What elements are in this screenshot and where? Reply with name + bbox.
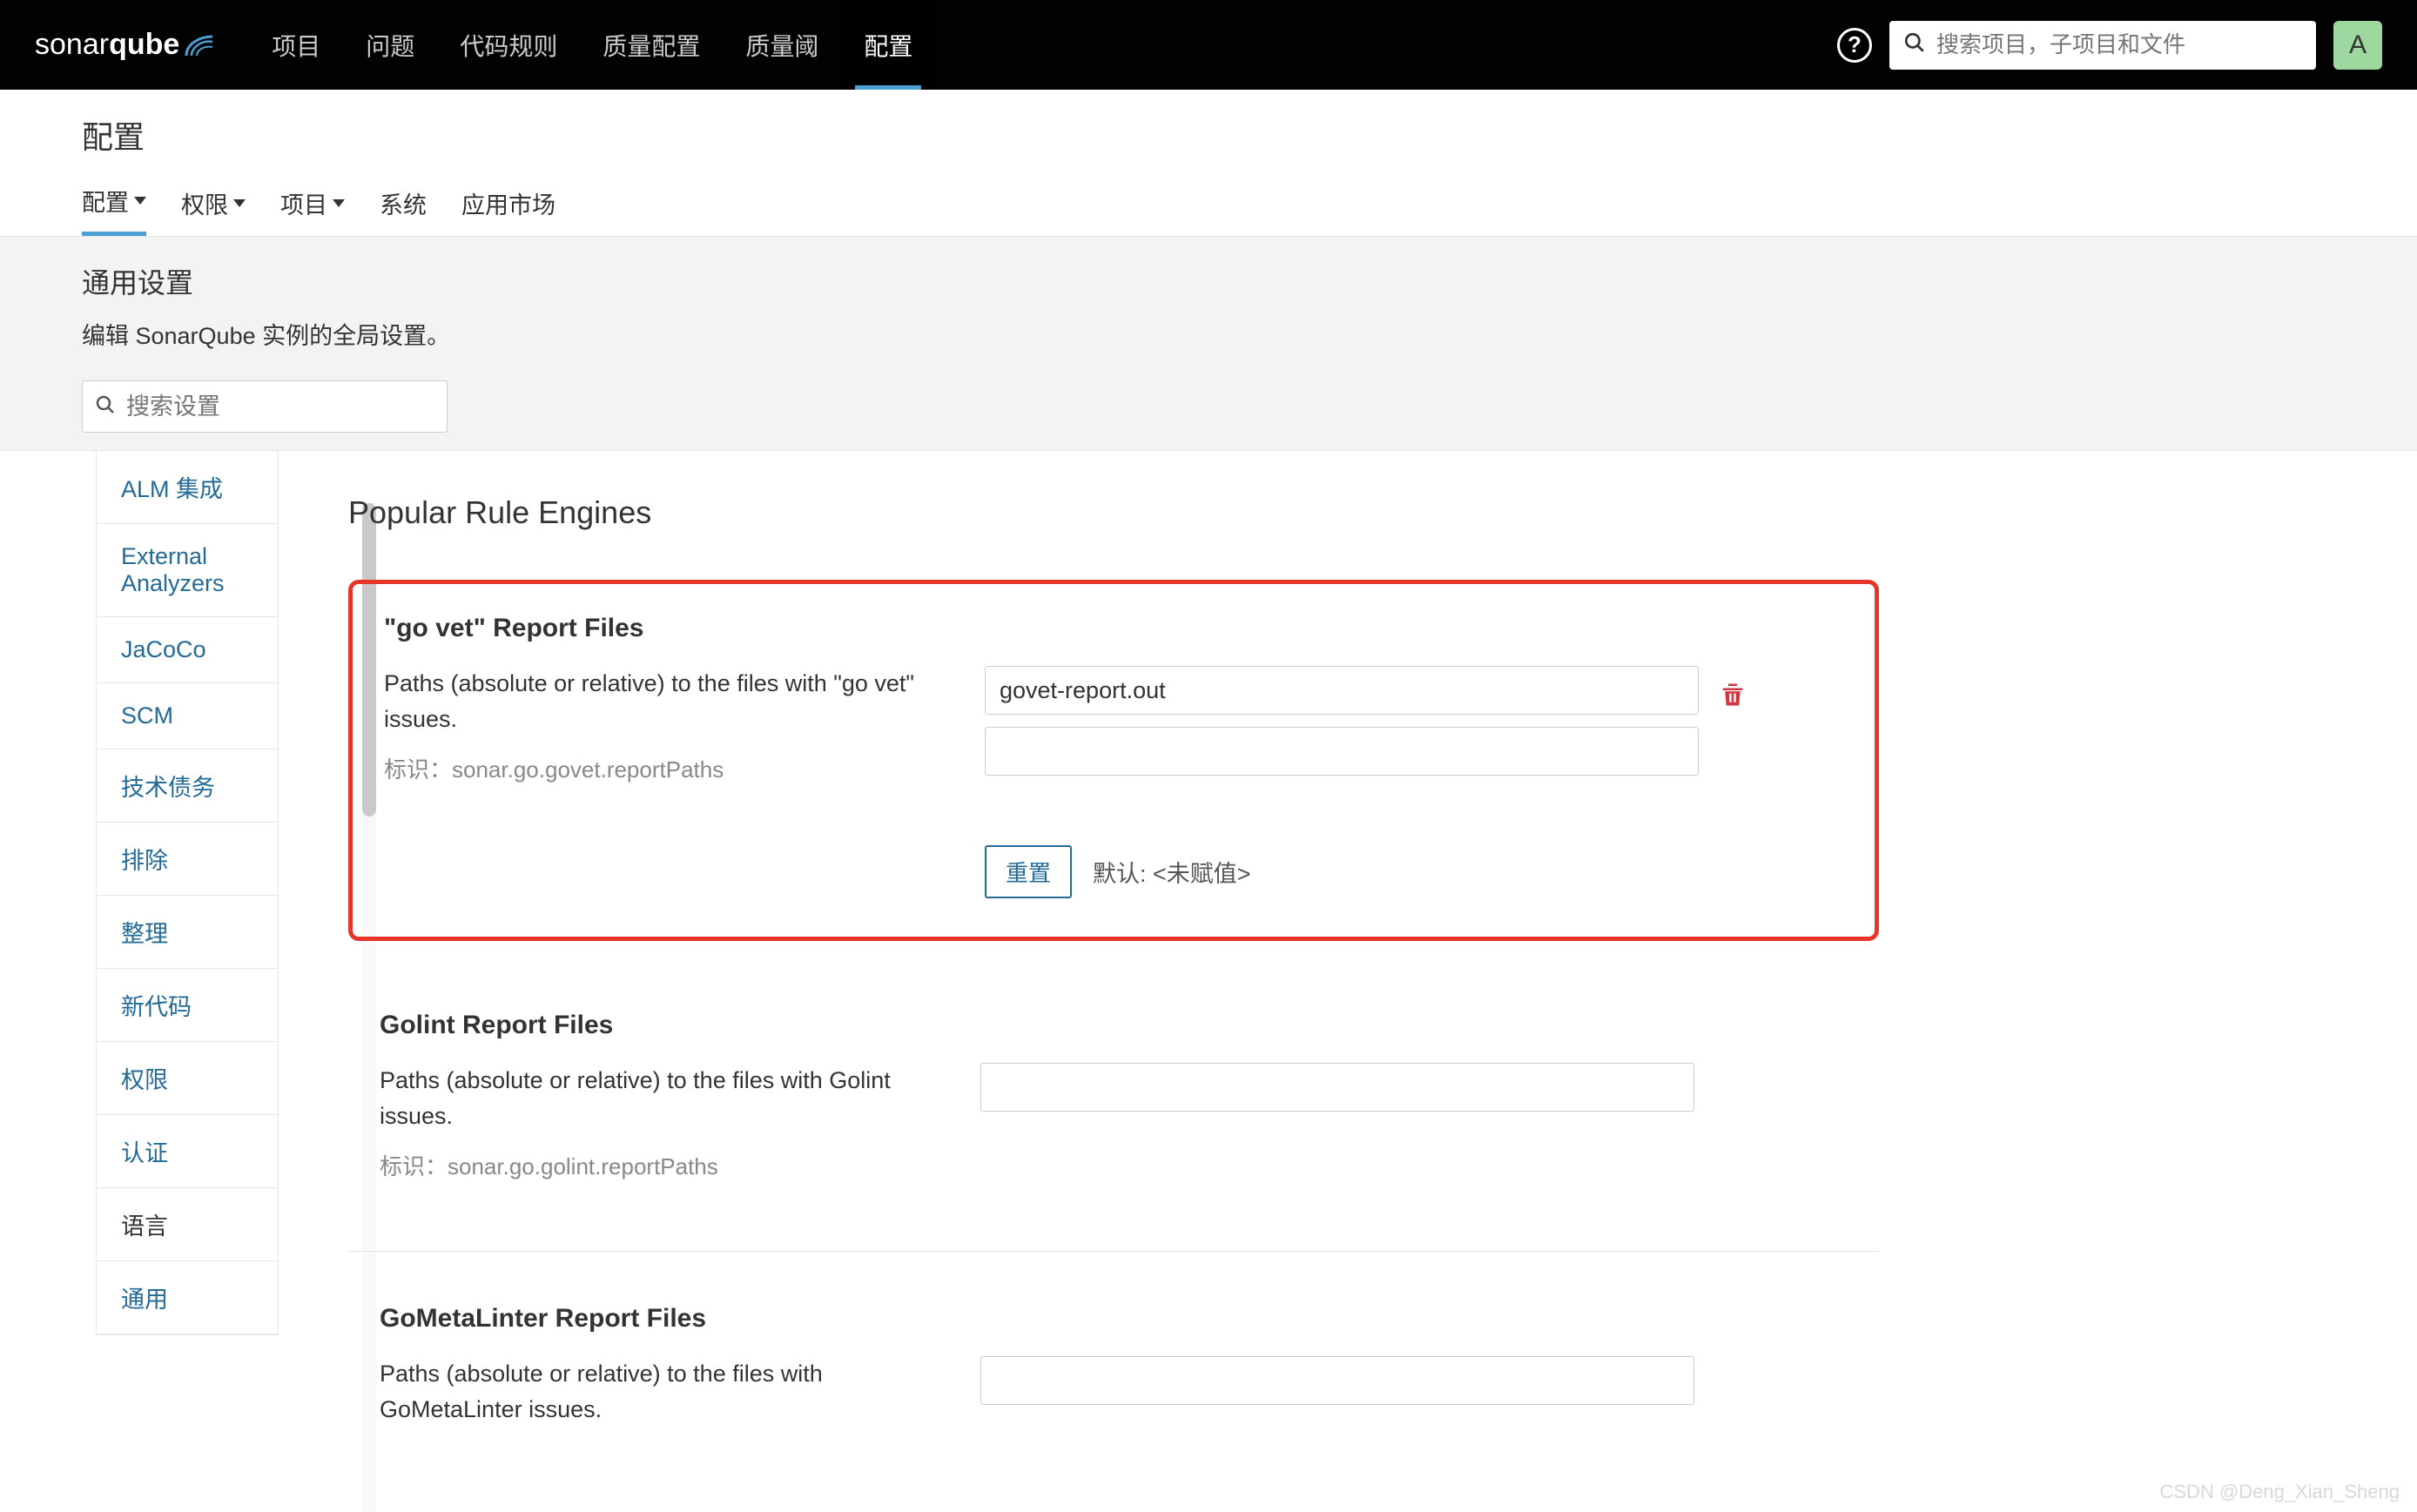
top-navbar: sonarqube 项目 问题 代码规则 质量配置 质量阈 配置 ? A — [0, 0, 2417, 90]
brand-logo[interactable]: sonarqube — [35, 28, 214, 62]
subnav-marketplace[interactable]: 应用市场 — [461, 184, 555, 236]
settings-search[interactable] — [82, 380, 448, 433]
sidebar-item-external-analyzers[interactable]: External Analyzers — [97, 524, 278, 617]
topnav-item-quality-profiles[interactable]: 质量配置 — [580, 0, 723, 90]
brand-part1: sonar — [35, 28, 109, 62]
settings-main: Popular Rule Engines "go vet" Report Fil… — [279, 451, 2417, 1512]
settings-sidebar: ALM 集成 External Analyzers JaCoCo SCM 技术债… — [0, 451, 279, 1512]
divider — [348, 1251, 1879, 1252]
topnav-right: ? A — [1837, 21, 2382, 70]
sidebar-item-new-code[interactable]: 新代码 — [97, 969, 278, 1042]
golint-path-input[interactable] — [980, 1063, 1694, 1112]
sidebar-item-alm[interactable]: ALM 集成 — [97, 451, 278, 524]
subnav: 配置 权限 项目 系统 应用市场 — [82, 184, 2335, 236]
govet-setting-highlight: "go vet" Report Files Paths (absolute or… — [348, 580, 1879, 941]
watermark-text: CSDN @Deng_Xian_Sheng — [2160, 1481, 2400, 1503]
golint-title: Golint Report Files — [380, 1011, 1848, 1040]
sidebar-item-jacoco[interactable]: JaCoCo — [97, 617, 278, 683]
gometalinter-title: GoMetaLinter Report Files — [380, 1304, 1848, 1334]
global-search[interactable] — [1889, 21, 2316, 70]
topnav-items: 项目 问题 代码规则 质量配置 质量阈 配置 — [249, 0, 935, 90]
topnav-item-rules[interactable]: 代码规则 — [437, 0, 580, 90]
topnav-item-projects[interactable]: 项目 — [249, 0, 343, 90]
sidebar-item-scm[interactable]: SCM — [97, 683, 278, 749]
context-description: 编辑 SonarQube 实例的全局设置。 — [82, 317, 2335, 351]
sidebar-item-permissions[interactable]: 权限 — [97, 1042, 278, 1115]
govet-key: 标识：sonar.go.govet.reportPaths — [384, 752, 950, 784]
brand-part2: qube — [109, 28, 179, 62]
default-value-text: 默认: <未赋值> — [1093, 855, 1251, 889]
golint-key: 标识：sonar.go.golint.reportPaths — [380, 1149, 946, 1181]
topnav-item-quality-gates[interactable]: 质量阈 — [723, 0, 841, 90]
chevron-down-icon — [134, 197, 146, 205]
global-search-input[interactable] — [1936, 31, 2302, 58]
page-title: 配置 — [82, 112, 2335, 158]
user-avatar[interactable]: A — [2333, 21, 2382, 70]
brand-arc-icon — [185, 28, 214, 62]
subnav-config[interactable]: 配置 — [82, 184, 146, 236]
topnav-item-administration[interactable]: 配置 — [841, 0, 935, 90]
govet-title: "go vet" Report Files — [384, 614, 1843, 643]
subnav-system[interactable]: 系统 — [380, 184, 427, 236]
golint-setting: Golint Report Files Paths (absolute or r… — [348, 1011, 1879, 1181]
body-area: ALM 集成 External Analyzers JaCoCo SCM 技术债… — [0, 451, 2417, 1512]
chevron-down-icon — [333, 199, 345, 207]
settings-search-input[interactable] — [126, 393, 434, 420]
subheader: 配置 配置 权限 项目 系统 应用市场 — [0, 90, 2417, 237]
govet-description: Paths (absolute or relative) to the file… — [384, 666, 950, 736]
gometalinter-setting: GoMetaLinter Report Files Paths (absolut… — [348, 1304, 1879, 1442]
gometalinter-path-input[interactable] — [980, 1356, 1694, 1405]
subnav-projects[interactable]: 项目 — [280, 184, 345, 236]
trash-icon[interactable] — [1720, 681, 1746, 713]
context-bar: 通用设置 编辑 SonarQube 实例的全局设置。 — [0, 237, 2417, 451]
chevron-down-icon — [233, 199, 246, 207]
subnav-security[interactable]: 权限 — [181, 184, 246, 236]
reset-button[interactable]: 重置 — [985, 845, 1072, 898]
context-heading: 通用设置 — [82, 261, 2335, 301]
section-title: Popular Rule Engines — [348, 494, 2365, 531]
govet-path-input-1[interactable] — [985, 727, 1699, 776]
sidebar-item-languages[interactable]: 语言 — [97, 1188, 278, 1261]
search-icon — [95, 394, 116, 420]
gometalinter-description: Paths (absolute or relative) to the file… — [380, 1356, 946, 1427]
search-icon — [1903, 31, 1926, 58]
topnav-item-issues[interactable]: 问题 — [343, 0, 437, 90]
sidebar-item-housekeeping[interactable]: 整理 — [97, 896, 278, 969]
sidebar-item-tech-debt[interactable]: 技术债务 — [97, 749, 278, 823]
help-icon[interactable]: ? — [1837, 28, 1872, 63]
govet-path-input-0[interactable] — [985, 666, 1699, 715]
sidebar-item-auth[interactable]: 认证 — [97, 1115, 278, 1188]
sidebar-item-general[interactable]: 通用 — [97, 1261, 278, 1334]
sidebar-item-exclusions[interactable]: 排除 — [97, 823, 278, 896]
golint-description: Paths (absolute or relative) to the file… — [380, 1063, 946, 1133]
